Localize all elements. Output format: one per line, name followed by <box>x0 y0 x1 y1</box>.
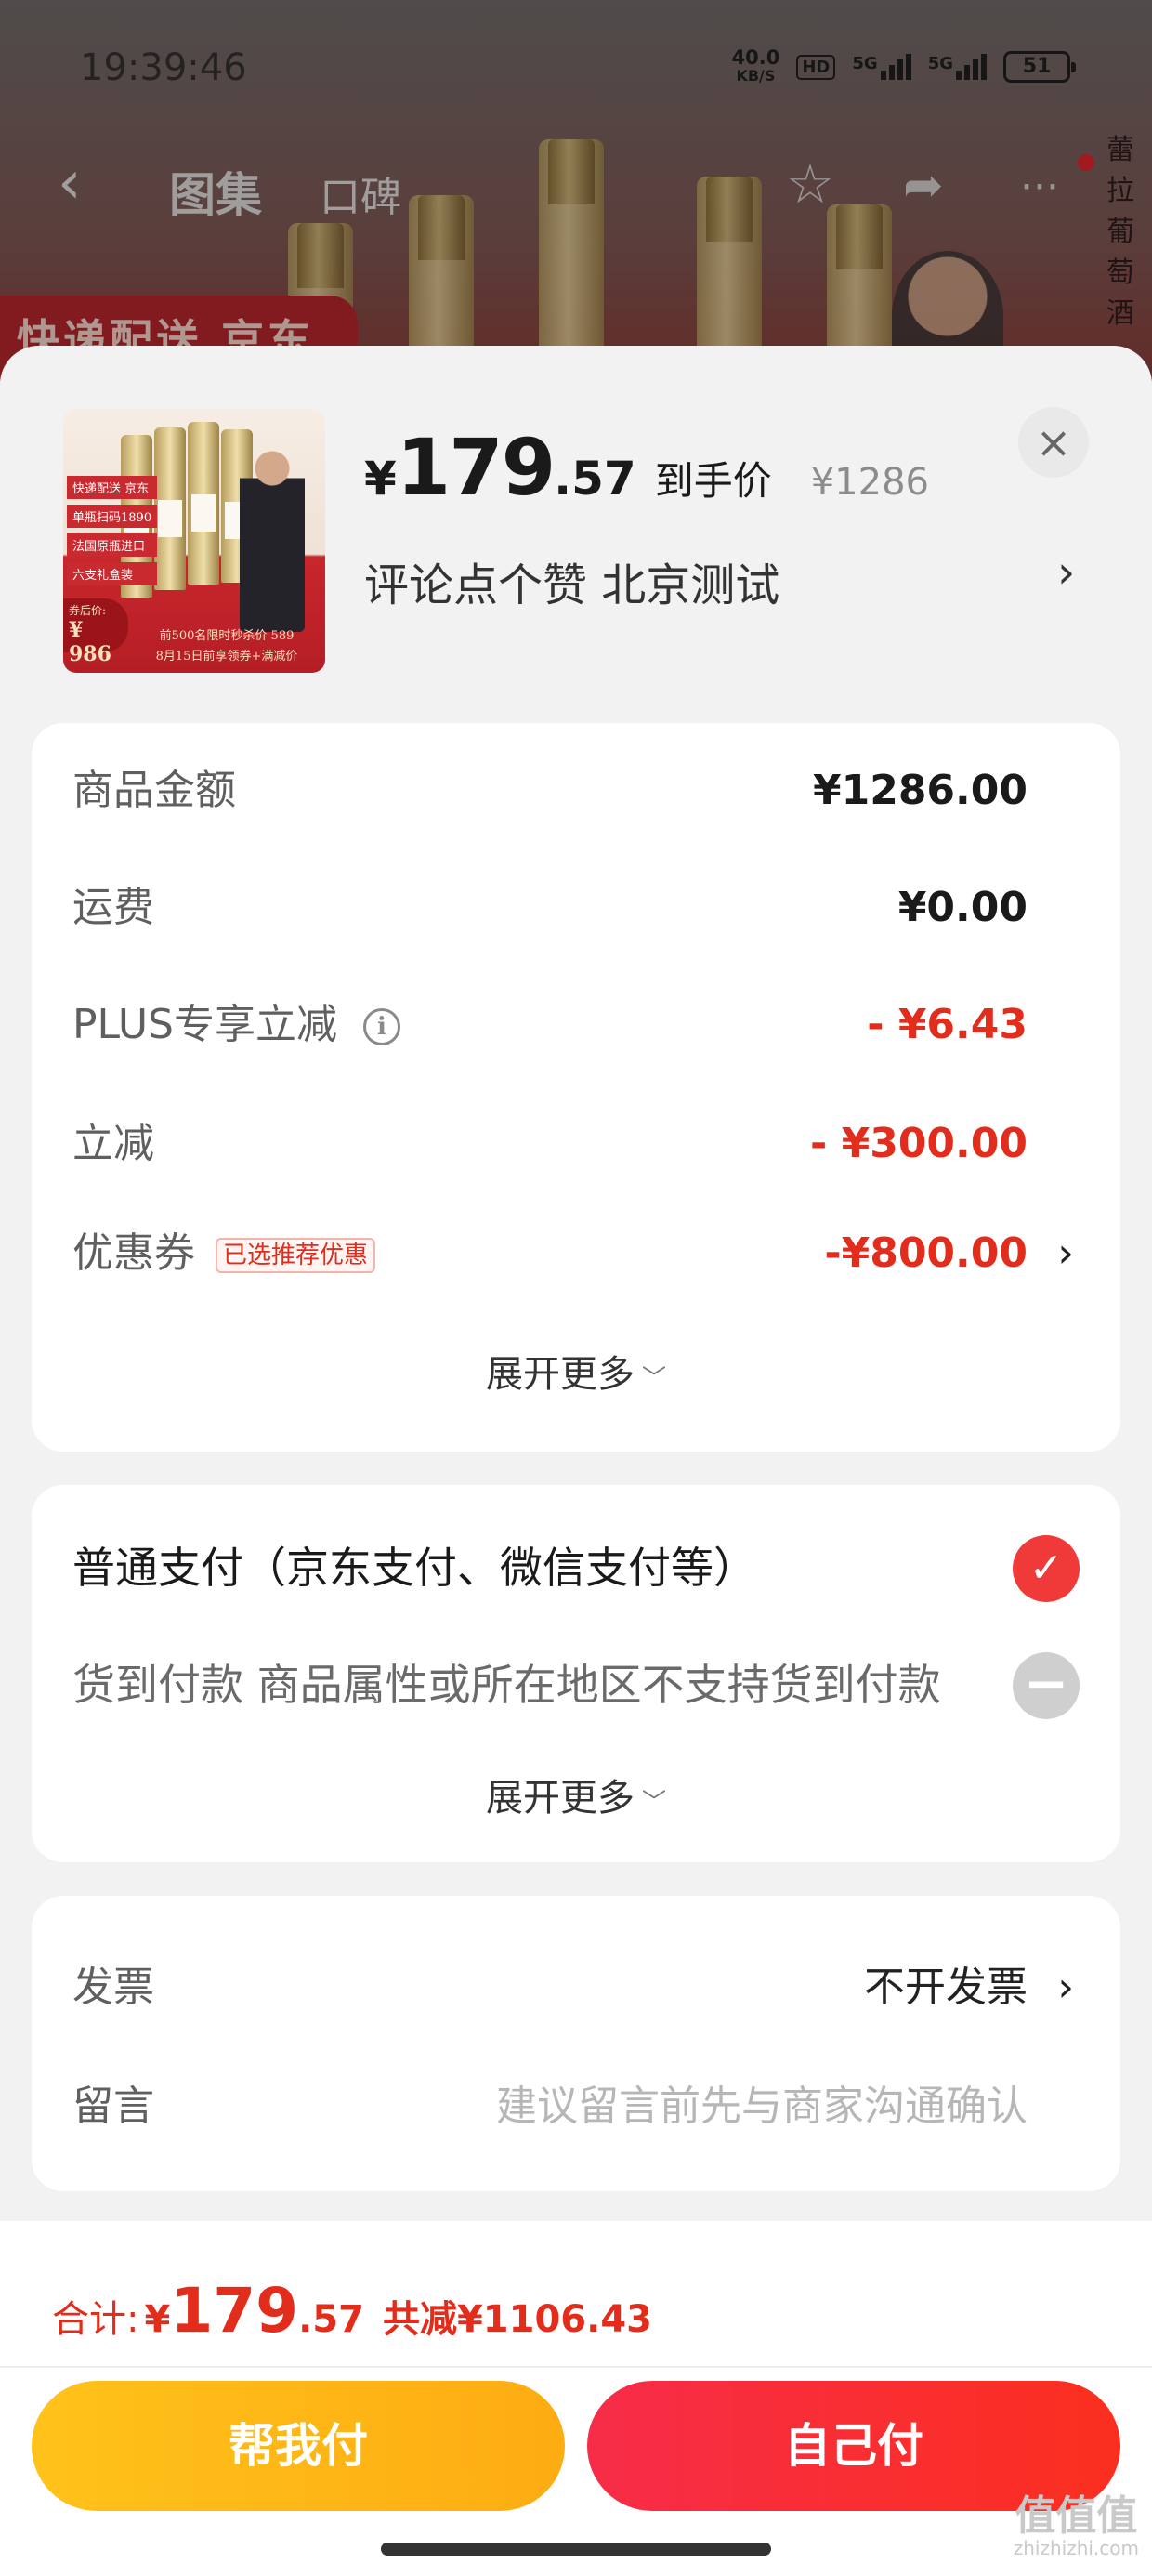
watermark: 值值值 zhizhizhi.com <box>1013 2492 1139 2560</box>
thumbnail-footer: 前500名限时秒杀价 589 8月15日前享领券+满减价 <box>155 629 298 664</box>
chevron-right-icon: › <box>1057 1964 1074 2011</box>
invoice-message-card: 发票 不开发票 › 留言 建议留言前先与商家沟通确认 <box>32 1896 1120 2191</box>
payment-option-normal[interactable]: 普通支付（京东支付、微信支付等） <box>72 1535 756 1600</box>
row-instant-discount: 立减 - ¥300.00 <box>72 1111 1080 1176</box>
chevron-down-icon: ﹀ <box>641 1788 666 1817</box>
payment-option-cod: 货到付款 商品属性或所在地区不支持货到付款 <box>72 1660 941 1710</box>
chevron-down-icon: ﹀ <box>641 1364 666 1393</box>
row-invoice[interactable]: 发票 不开发票 › <box>72 1955 1080 2020</box>
payment-method-card: 普通支付（京东支付、微信支付等） ✓ 货到付款 商品属性或所在地区不支持货到付款… <box>32 1485 1120 1862</box>
row-label: 商品金额 <box>72 767 236 814</box>
row-value: ¥1286.00 <box>812 767 1028 814</box>
total-summary: 合计: ¥ 179 .57 共减¥1106.43 <box>52 2275 652 2346</box>
amount-details-card-full: 商品金额 ¥1286.00 运费 ¥0.00 PLUS专享立减 i - ¥6.43… <box>32 723 1120 1452</box>
overlay-dim <box>0 0 1152 390</box>
row-value: - ¥6.43 <box>867 1001 1028 1048</box>
row-coupon[interactable]: 优惠券 已选推荐优惠 -¥800.00 › <box>72 1221 1080 1286</box>
row-goods-amount: 商品金额 ¥1286.00 <box>72 758 1080 823</box>
message-input[interactable]: 建议留言前先与商家沟通确认 <box>496 2074 1028 2139</box>
thumbnail-promo-price: 券后价: ¥ 986 <box>63 598 128 666</box>
expand-more-button[interactable]: 展开更多 ﹀ <box>32 1768 1120 1821</box>
invoice-value: 不开发票 <box>864 1964 1028 2011</box>
thumbnail-tags: 快递配送 京东 单瓶扫码1890 法国原瓶进口 六支礼盒装 <box>67 476 158 585</box>
home-indicator[interactable] <box>381 2543 771 2556</box>
original-price: ¥1286 <box>810 461 929 504</box>
divider <box>0 2366 1152 2368</box>
pay-myself-button[interactable]: 自己付 <box>587 2381 1120 2511</box>
price-label: 到手价 <box>654 458 772 504</box>
row-shipping: 运费 ¥0.00 <box>72 875 1080 940</box>
product-thumbnail[interactable]: 快递配送 京东 单瓶扫码1890 法国原瓶进口 六支礼盒装 券后价: ¥ 986… <box>63 409 325 673</box>
coupon-badge: 已选推荐优惠 <box>216 1238 376 1273</box>
info-icon[interactable]: i <box>363 1008 400 1045</box>
row-label: 发票 <box>72 1964 154 2011</box>
row-plus-discount: PLUS专享立减 i - ¥6.43 <box>72 992 1080 1058</box>
chevron-right-icon: › <box>1057 1229 1074 1277</box>
row-value: ¥0.00 <box>897 884 1028 931</box>
disabled-icon: − <box>1013 1652 1080 1719</box>
row-label: 立减 <box>72 1120 154 1167</box>
row-value: - ¥300.00 <box>810 1120 1028 1167</box>
checkout-bar: 合计: ¥ 179 .57 共减¥1106.43 帮我付 自己付 值值值 zhi… <box>0 2221 1152 2576</box>
close-button[interactable]: × <box>1018 407 1089 478</box>
sheet-header: 快递配送 京东 单瓶扫码1890 法国原瓶进口 六支礼盒装 券后价: ¥ 986… <box>0 346 1152 680</box>
row-value: -¥800.00 <box>824 1229 1028 1277</box>
help-me-pay-button[interactable]: 帮我付 <box>32 2381 565 2511</box>
close-icon: × <box>1035 417 1072 467</box>
row-label: 运费 <box>72 884 154 931</box>
background-product-page: 快递配送 京东 蕾拉葡萄酒 19:39:46 40.0 KB/S HD 5G 5… <box>0 0 1152 390</box>
row-label: PLUS专享立减 i <box>72 992 400 1058</box>
final-price: ¥ 179 .57 到手价 ¥1286 <box>364 422 929 513</box>
thumbnail-person <box>240 446 305 632</box>
expand-more-button[interactable]: 展开更多 ﹀ <box>32 1344 1120 1398</box>
checked-icon[interactable]: ✓ <box>1013 1535 1080 1602</box>
product-subtitle[interactable]: 评论点个赞 北京测试 <box>364 548 779 613</box>
row-message[interactable]: 留言 建议留言前先与商家沟通确认 <box>72 2074 1080 2139</box>
row-label: 留言 <box>72 2083 154 2130</box>
chevron-right-icon[interactable]: › <box>1057 546 1075 598</box>
row-label: 优惠券 已选推荐优惠 <box>72 1221 376 1286</box>
total-saved: 共减¥1106.43 <box>382 2298 652 2341</box>
